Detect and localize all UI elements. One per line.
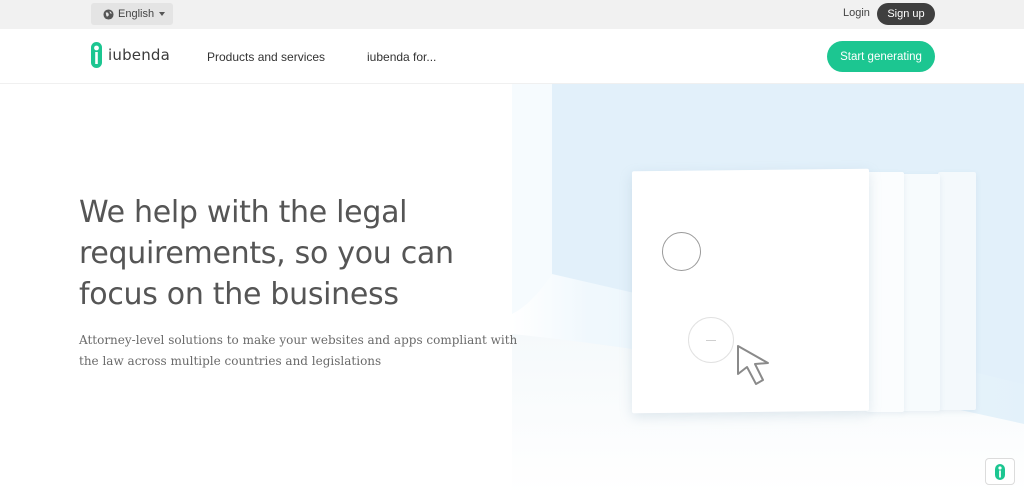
signup-button[interactable]: Sign up [877,3,935,25]
illustration-card-back-2 [902,174,940,411]
illustration-card-back-1 [866,172,904,412]
language-label: English [118,8,155,20]
logo[interactable]: iubenda [91,42,170,68]
iubenda-logo-icon [91,42,102,68]
language-selector[interactable]: English [91,3,173,25]
illustration-card-back-3 [938,172,976,410]
illustration-faint-circle-icon [688,317,734,363]
globe-icon [103,8,114,20]
floating-badge-button[interactable] [985,458,1015,485]
illustration-circle-icon [662,232,701,271]
logo-text: iubenda [108,46,171,64]
login-link[interactable]: Login [843,7,870,19]
hero-subtitle: Attorney-level solutions to make your we… [79,333,518,368]
nav-products-and-services[interactable]: Products and services [207,50,325,64]
nav-iubenda-for[interactable]: iubenda for... [367,50,436,64]
iubenda-badge-icon [995,463,1005,480]
start-generating-button[interactable]: Start generating [827,41,935,72]
hero-title: We help with the legal requirements, so … [79,195,454,312]
cursor-arrow-icon [737,345,769,385]
main-navbar: iubenda Products and services iubenda fo… [0,29,1024,84]
chevron-down-icon [159,12,166,16]
top-utility-bar: English Login Sign up [0,0,1024,29]
